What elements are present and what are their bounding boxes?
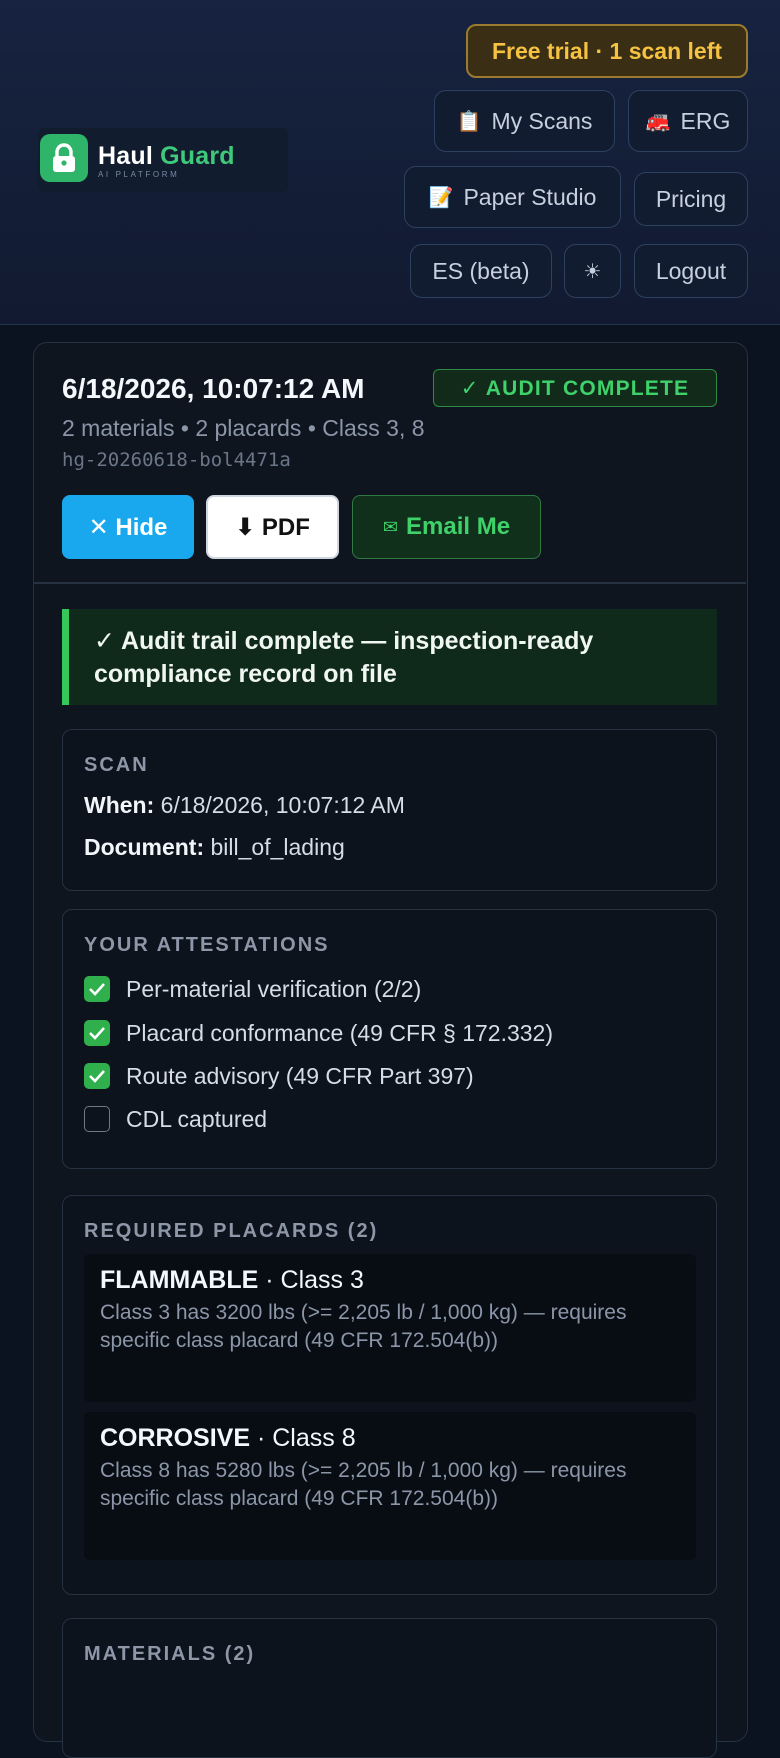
erg-label: ERG bbox=[680, 107, 731, 134]
attestation-label: CDL captured bbox=[126, 1105, 268, 1132]
logo-wordmark: Haul Guard bbox=[98, 142, 235, 170]
when-value: 6/18/2026, 10:07:12 AM bbox=[160, 792, 405, 818]
placard-class: · Class 3 bbox=[265, 1266, 364, 1294]
paper-studio-button[interactable]: 📝 Paper Studio bbox=[404, 166, 621, 228]
scan-when-row: When: 6/18/2026, 10:07:12 AM bbox=[84, 792, 405, 819]
logout-button[interactable]: Logout bbox=[634, 244, 748, 298]
attestations-section: YOUR ATTESTATIONS Per-material verificat… bbox=[62, 909, 717, 1169]
placard-class: · Class 8 bbox=[256, 1424, 356, 1452]
free-trial-badge[interactable]: Free trial · 1 scan left bbox=[466, 24, 748, 78]
sun-icon[interactable]: ☀ bbox=[564, 244, 621, 298]
attestation-item[interactable]: CDL captured bbox=[84, 1104, 267, 1134]
paper-studio-label: Paper Studio bbox=[463, 183, 597, 210]
placard-name-row: FLAMMABLE · Class 3 bbox=[100, 1266, 680, 1295]
my-scans-button[interactable]: 📋 My Scans bbox=[434, 90, 615, 152]
erg-button[interactable]: 🚒 ERG bbox=[628, 90, 748, 152]
attestation-item[interactable]: Per-material verification (2/2) bbox=[84, 974, 421, 1004]
lock-icon bbox=[40, 134, 88, 182]
when-label: When: bbox=[84, 792, 155, 818]
envelope-icon: ✉ bbox=[382, 516, 399, 537]
placard-name: CORROSIVE bbox=[100, 1424, 251, 1452]
card-divider bbox=[34, 582, 746, 584]
attestations-title: YOUR ATTESTATIONS bbox=[84, 934, 330, 956]
document-value: bill_of_lading bbox=[210, 834, 345, 860]
checkbox-checked-icon[interactable] bbox=[84, 1020, 110, 1046]
hide-button[interactable]: ✕ Hide bbox=[62, 495, 194, 559]
placard-name-row: CORROSIVE · Class 8 bbox=[100, 1424, 680, 1453]
document-label: Document: bbox=[84, 834, 205, 860]
audit-complete-badge: ✓ AUDIT COMPLETE bbox=[433, 369, 717, 407]
app-logo[interactable]: Haul Guard AI PLATFORM bbox=[38, 128, 288, 192]
email-me-button[interactable]: ✉ Email Me bbox=[352, 495, 541, 559]
audit-trail-banner: ✓ Audit trail complete — inspection-read… bbox=[62, 609, 717, 705]
email-me-label: Email Me bbox=[406, 513, 511, 540]
pricing-button[interactable]: Pricing bbox=[634, 172, 748, 226]
clipboard-icon: 📋 bbox=[456, 110, 482, 133]
logo-subtitle: AI PLATFORM bbox=[98, 170, 180, 179]
checkbox-checked-icon[interactable] bbox=[84, 976, 110, 1002]
attestation-label: Route advisory (49 CFR Part 397) bbox=[126, 1062, 474, 1089]
top-header: Haul Guard AI PLATFORM Free trial · 1 sc… bbox=[0, 0, 780, 325]
fire-truck-icon: 🚒 bbox=[645, 110, 671, 133]
checkbox-checked-icon[interactable] bbox=[84, 1063, 110, 1089]
scan-meta: 2 materials • 2 placards • Class 3, 8 bbox=[62, 415, 425, 441]
attestation-item[interactable]: Placard conformance (49 CFR § 172.332) bbox=[84, 1018, 553, 1048]
scan-section: SCAN When: 6/18/2026, 10:07:12 AM Docume… bbox=[62, 729, 717, 891]
placard-description: Class 8 has 5280 lbs (>= 2,205 lb / 1,00… bbox=[100, 1459, 627, 1510]
placard-card: FLAMMABLE · Class 3 Class 3 has 3200 lbs… bbox=[84, 1254, 696, 1402]
scan-datetime: 6/18/2026, 10:07:12 AM bbox=[62, 373, 365, 404]
placards-title: REQUIRED PLACARDS (2) bbox=[84, 1220, 379, 1242]
language-es-button[interactable]: ES (beta) bbox=[410, 244, 552, 298]
scan-section-title: SCAN bbox=[84, 754, 149, 776]
checkbox-unchecked-icon[interactable] bbox=[84, 1106, 110, 1132]
scan-card: 6/18/2026, 10:07:12 AM ✓ AUDIT COMPLETE … bbox=[33, 342, 748, 1758]
attestation-item[interactable]: Route advisory (49 CFR Part 397) bbox=[84, 1061, 474, 1091]
materials-section: MATERIALS (2) bbox=[62, 1618, 717, 1758]
scan-document-row: Document: bill_of_lading bbox=[84, 834, 345, 861]
placard-description: Class 3 has 3200 lbs (>= 2,205 lb / 1,00… bbox=[100, 1301, 627, 1352]
required-placards-section: REQUIRED PLACARDS (2) FLAMMABLE · Class … bbox=[62, 1195, 717, 1595]
attestation-label: Placard conformance (49 CFR § 172.332) bbox=[126, 1019, 553, 1046]
placard-name: FLAMMABLE bbox=[100, 1266, 259, 1294]
download-pdf-button[interactable]: ⬇ PDF bbox=[206, 495, 339, 559]
memo-icon: 📝 bbox=[428, 186, 454, 209]
placard-card: CORROSIVE · Class 8 Class 8 has 5280 lbs… bbox=[84, 1412, 696, 1560]
attestation-label: Per-material verification (2/2) bbox=[126, 975, 422, 1002]
materials-title: MATERIALS (2) bbox=[84, 1643, 256, 1665]
my-scans-label: My Scans bbox=[491, 107, 593, 134]
scan-id: hg-20260618-bol4471a bbox=[62, 449, 291, 471]
